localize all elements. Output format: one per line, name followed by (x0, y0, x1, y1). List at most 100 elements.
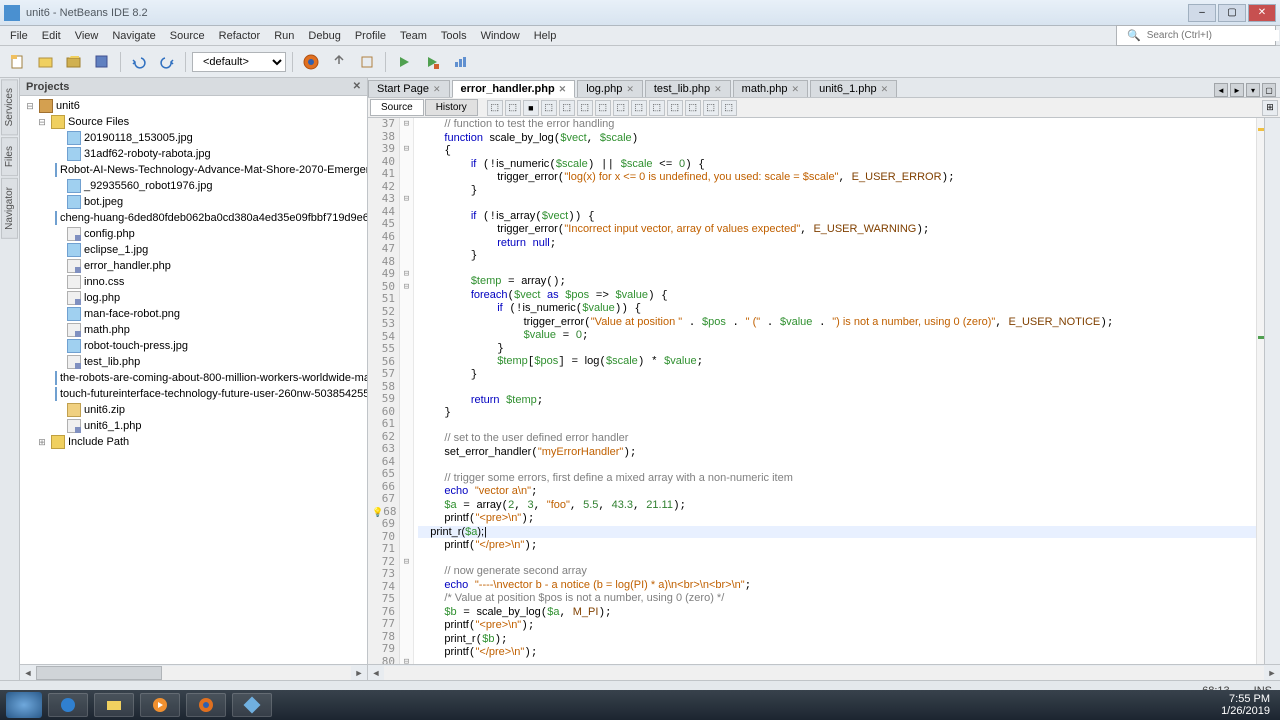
tab-close-icon[interactable]: ✕ (714, 84, 722, 95)
file-item[interactable]: man-face-robot.png (20, 306, 367, 322)
file-item[interactable]: 31adf62-roboty-rabota.jpg (20, 146, 367, 162)
minimize-button[interactable]: – (1188, 4, 1216, 22)
fold-column[interactable]: ⊟ ⊟ ⊟ ⊟ ⊟ ⊟ ⊟ (400, 118, 414, 664)
file-item[interactable]: test_lib.php (20, 354, 367, 370)
nav-fwd-icon[interactable]: ⬚ (505, 100, 521, 116)
menu-run[interactable]: Run (268, 28, 300, 44)
browser-button[interactable] (299, 50, 323, 74)
source-tab[interactable]: Source (370, 99, 424, 116)
tab-log-php[interactable]: log.php✕ (577, 80, 643, 97)
toggle-bookmark-icon[interactable]: ⬚ (613, 100, 629, 116)
toggle-highlight-icon[interactable]: ⬚ (595, 100, 611, 116)
undo-button[interactable] (127, 50, 151, 74)
project-root[interactable]: ⊟unit6 (20, 98, 367, 114)
maximize-editor-icon[interactable]: ▢ (1262, 83, 1276, 97)
history-tab[interactable]: History (425, 99, 478, 116)
tab-math-php[interactable]: math.php✕ (733, 80, 808, 97)
file-item[interactable]: bot.jpeg (20, 194, 367, 210)
menu-tools[interactable]: Tools (435, 28, 473, 44)
profile-button[interactable] (448, 50, 472, 74)
build-button[interactable] (327, 50, 351, 74)
projects-tree[interactable]: ⊟unit6⊟Source Files20190118_153005.jpg31… (20, 96, 367, 664)
comment-icon[interactable]: ⬚ (703, 100, 719, 116)
file-item[interactable]: Robot-AI-News-Technology-Advance-Mat-Sho… (20, 162, 367, 178)
file-item[interactable]: robot-touch-press.jpg (20, 338, 367, 354)
file-item[interactable]: unit6.zip (20, 402, 367, 418)
error-strip[interactable] (1256, 118, 1264, 664)
file-item[interactable]: config.php (20, 226, 367, 242)
line-gutter[interactable]: 37 38 39 40 41 42 43 44 45 46 47 48 49 5… (368, 118, 400, 664)
menu-refactor[interactable]: Refactor (213, 28, 267, 44)
editor-h-scrollbar[interactable]: ◄ ► (368, 664, 1280, 680)
config-select[interactable]: <default> (192, 52, 286, 72)
shift-left-icon[interactable]: ⬚ (667, 100, 683, 116)
side-tab-services[interactable]: Services (1, 79, 18, 135)
tab-scroll-left-icon[interactable]: ◄ (1214, 83, 1228, 97)
debug-button[interactable] (420, 50, 444, 74)
side-tab-navigator[interactable]: Navigator (1, 178, 18, 239)
scroll-right-icon[interactable]: ► (1264, 668, 1280, 678)
file-item[interactable]: touch-futureinterface-technology-future-… (20, 386, 367, 402)
menu-profile[interactable]: Profile (349, 28, 392, 44)
file-item[interactable]: _92935560_robot1976.jpg (20, 178, 367, 194)
tab-list-icon[interactable]: ▾ (1246, 83, 1260, 97)
find-selection-icon[interactable]: ⬚ (541, 100, 557, 116)
next-bookmark-icon[interactable]: ⬚ (649, 100, 665, 116)
tab-close-icon[interactable]: ✕ (559, 84, 567, 95)
tab-close-icon[interactable]: ✕ (626, 84, 634, 95)
quick-search[interactable]: 🔍 (1116, 25, 1276, 46)
maximize-button[interactable]: ▢ (1218, 4, 1246, 22)
include-path-folder[interactable]: ⊞Include Path (20, 434, 367, 450)
menu-source[interactable]: Source (164, 28, 211, 44)
system-tray[interactable]: 7:55 PM 1/26/2019 (1221, 693, 1274, 717)
scroll-right-icon[interactable]: ► (351, 668, 367, 678)
tab-error-handler-php[interactable]: error_handler.php✕ (452, 80, 576, 98)
netbeans-icon[interactable] (232, 693, 272, 717)
menu-team[interactable]: Team (394, 28, 433, 44)
new-project-button[interactable] (34, 50, 58, 74)
side-tab-files[interactable]: Files (1, 137, 18, 176)
h-scrollbar[interactable]: ◄ ► (20, 664, 367, 680)
tab-close-icon[interactable]: ✕ (433, 84, 441, 95)
menu-window[interactable]: Window (475, 28, 526, 44)
file-item[interactable]: eclipse_1.jpg (20, 242, 367, 258)
scroll-left-icon[interactable]: ◄ (368, 668, 384, 678)
menu-view[interactable]: View (69, 28, 105, 44)
file-item[interactable]: log.php (20, 290, 367, 306)
menu-file[interactable]: File (4, 28, 34, 44)
shift-right-icon[interactable]: ⬚ (685, 100, 701, 116)
clean-build-button[interactable] (355, 50, 379, 74)
code-content[interactable]: // function to test the error handling f… (414, 118, 1256, 664)
file-item[interactable]: math.php (20, 322, 367, 338)
menu-edit[interactable]: Edit (36, 28, 67, 44)
ie-icon[interactable] (48, 693, 88, 717)
nav-back-icon[interactable]: ⬚ (487, 100, 503, 116)
v-scrollbar[interactable] (1264, 118, 1280, 664)
tab-unit6-1-php[interactable]: unit6_1.php✕ (810, 80, 897, 97)
explorer-icon[interactable] (94, 693, 134, 717)
redo-button[interactable] (155, 50, 179, 74)
run-button[interactable] (392, 50, 416, 74)
close-button[interactable]: ✕ (1248, 4, 1276, 22)
find-prev-icon[interactable]: ⬚ (559, 100, 575, 116)
tab-scroll-right-icon[interactable]: ► (1230, 83, 1244, 97)
file-item[interactable]: the-robots-are-coming-about-800-million-… (20, 370, 367, 386)
file-item[interactable]: cheng-huang-6ded80fdeb062ba0cd380a4ed35e… (20, 210, 367, 226)
tab-close-icon[interactable]: ✕ (881, 84, 889, 95)
panel-close-icon[interactable]: ✕ (353, 81, 361, 92)
media-icon[interactable] (140, 693, 180, 717)
file-item[interactable]: error_handler.php (20, 258, 367, 274)
menu-help[interactable]: Help (528, 28, 563, 44)
find-next-icon[interactable]: ⬚ (577, 100, 593, 116)
split-icon[interactable]: ⊞ (1262, 100, 1278, 116)
last-edit-icon[interactable]: ■ (523, 100, 539, 116)
uncomment-icon[interactable]: ⬚ (721, 100, 737, 116)
menu-debug[interactable]: Debug (302, 28, 346, 44)
scroll-left-icon[interactable]: ◄ (20, 668, 36, 678)
scroll-thumb[interactable] (36, 666, 162, 680)
tab-close-icon[interactable]: ✕ (792, 84, 800, 95)
save-all-button[interactable] (90, 50, 114, 74)
search-input[interactable] (1147, 30, 1279, 41)
new-file-button[interactable] (6, 50, 30, 74)
scroll-track[interactable] (36, 666, 351, 680)
